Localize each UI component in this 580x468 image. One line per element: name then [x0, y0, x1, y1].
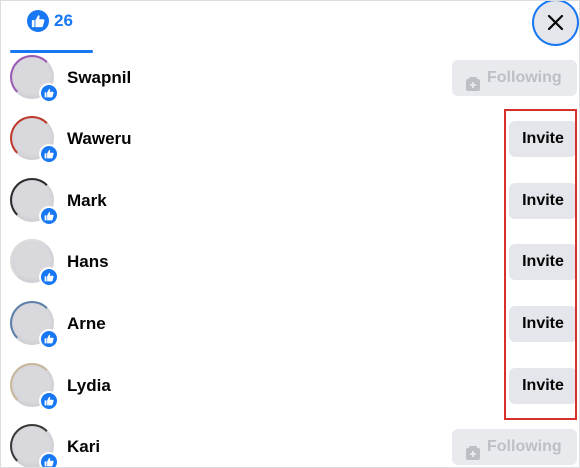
like-icon [41, 269, 57, 285]
like-icon [41, 331, 57, 347]
following-button: Following [452, 60, 577, 96]
avatar[interactable] [10, 116, 57, 162]
list-item: Lydia Invite [1, 354, 579, 416]
person-name[interactable]: Kari [67, 437, 100, 457]
person-name[interactable]: Swapnil [67, 68, 131, 88]
invite-button[interactable]: Invite [509, 121, 577, 157]
list-item: Kari Following [1, 415, 579, 467]
list-item: Swapnil Following [1, 46, 579, 108]
like-icon [41, 393, 57, 409]
avatar[interactable] [10, 301, 57, 347]
person-name[interactable]: Hans [67, 252, 109, 272]
avatar[interactable] [10, 424, 57, 467]
following-label: Following [487, 69, 562, 86]
person-name[interactable]: Waweru [67, 129, 132, 149]
avatar[interactable] [10, 178, 57, 224]
list-item: Arne Invite [1, 292, 579, 354]
person-name[interactable]: Lydia [67, 376, 111, 396]
person-name[interactable]: Arne [67, 314, 106, 334]
invite-button[interactable]: Invite [509, 306, 577, 342]
like-icon [41, 146, 57, 162]
close-icon [547, 14, 564, 31]
list-item: Waweru Invite [1, 107, 579, 169]
following-label: Following [487, 438, 562, 455]
close-button[interactable] [534, 1, 577, 44]
like-icon [41, 208, 57, 224]
page-follow-icon [465, 439, 481, 467]
list-item: Hans Invite [1, 230, 579, 292]
reaction-count: 26 [54, 11, 73, 30]
following-button: Following [452, 429, 577, 465]
list-item: Mark Invite [1, 169, 579, 231]
page-follow-icon [465, 70, 481, 106]
avatar[interactable] [10, 363, 57, 409]
invite-button[interactable]: Invite [509, 368, 577, 404]
like-icon [41, 85, 57, 101]
invite-button[interactable]: Invite [509, 183, 577, 219]
invite-button[interactable]: Invite [509, 244, 577, 280]
like-icon [41, 454, 57, 467]
avatar[interactable] [10, 239, 57, 285]
person-name[interactable]: Mark [67, 191, 107, 211]
avatar[interactable] [10, 55, 57, 101]
like-icon [27, 10, 49, 32]
reactions-dialog: 26 Swapnil Following Waweru Invite Mark Invit… [0, 0, 580, 468]
